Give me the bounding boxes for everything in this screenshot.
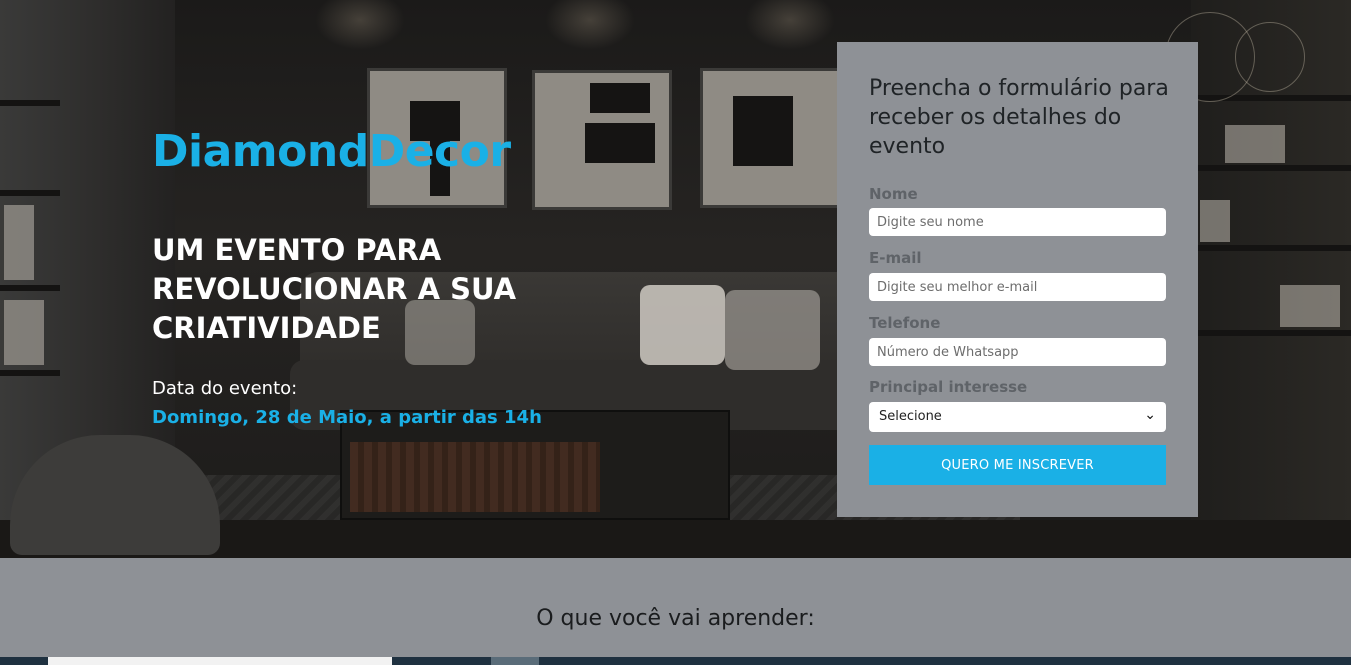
books bbox=[1280, 285, 1340, 327]
os-taskbar bbox=[0, 657, 1351, 665]
shelf bbox=[0, 100, 60, 106]
phone-input[interactable] bbox=[869, 338, 1166, 366]
wall-art bbox=[700, 68, 840, 208]
hero-section: DiamondDecor UM EVENTO PARA REVOLUCIONAR… bbox=[0, 0, 1351, 558]
interest-select[interactable]: Selecione ⌄ bbox=[869, 402, 1166, 432]
phone-label: Telefone bbox=[869, 314, 941, 332]
form-title: Preencha o formulário para receber os de… bbox=[869, 76, 1169, 159]
ceiling-light bbox=[545, 0, 635, 50]
wall-art bbox=[532, 70, 672, 210]
email-label: E-mail bbox=[869, 249, 922, 267]
interest-label: Principal interesse bbox=[869, 378, 1028, 396]
email-input[interactable] bbox=[869, 273, 1166, 301]
taskbar-active-app[interactable] bbox=[491, 657, 539, 665]
books bbox=[1225, 125, 1285, 163]
interest-select-value: Selecione bbox=[879, 409, 942, 424]
pillow bbox=[725, 290, 820, 370]
subscribe-button[interactable]: QUERO ME INSCREVER bbox=[869, 445, 1166, 485]
name-label: Nome bbox=[869, 185, 918, 203]
brand-title: DiamondDecor bbox=[152, 126, 511, 177]
shelf bbox=[1195, 330, 1351, 336]
learn-section: O que você vai aprender: bbox=[0, 558, 1351, 657]
shelf bbox=[0, 190, 60, 196]
books bbox=[1200, 200, 1230, 242]
event-headline: UM EVENTO PARA REVOLUCIONAR A SUA CRIATI… bbox=[152, 233, 517, 345]
chevron-down-icon: ⌄ bbox=[1144, 407, 1156, 423]
event-date-value: Domingo, 28 de Maio, a partir das 14h bbox=[152, 407, 542, 428]
shelf bbox=[1195, 165, 1351, 171]
books bbox=[4, 205, 34, 280]
registration-form: Preencha o formulário para receber os de… bbox=[837, 42, 1198, 517]
books bbox=[4, 300, 44, 365]
taskbar-search[interactable] bbox=[48, 657, 392, 665]
learn-section-title: O que você vai aprender: bbox=[536, 606, 815, 631]
shelf bbox=[0, 370, 60, 376]
shelf bbox=[1195, 245, 1351, 251]
ceiling-light bbox=[745, 0, 835, 50]
pillow bbox=[640, 285, 725, 365]
ceiling-light bbox=[315, 0, 405, 50]
name-input[interactable] bbox=[869, 208, 1166, 236]
decor-ring bbox=[1235, 22, 1305, 92]
shelf bbox=[0, 285, 60, 291]
event-date-label: Data do evento: bbox=[152, 378, 298, 399]
